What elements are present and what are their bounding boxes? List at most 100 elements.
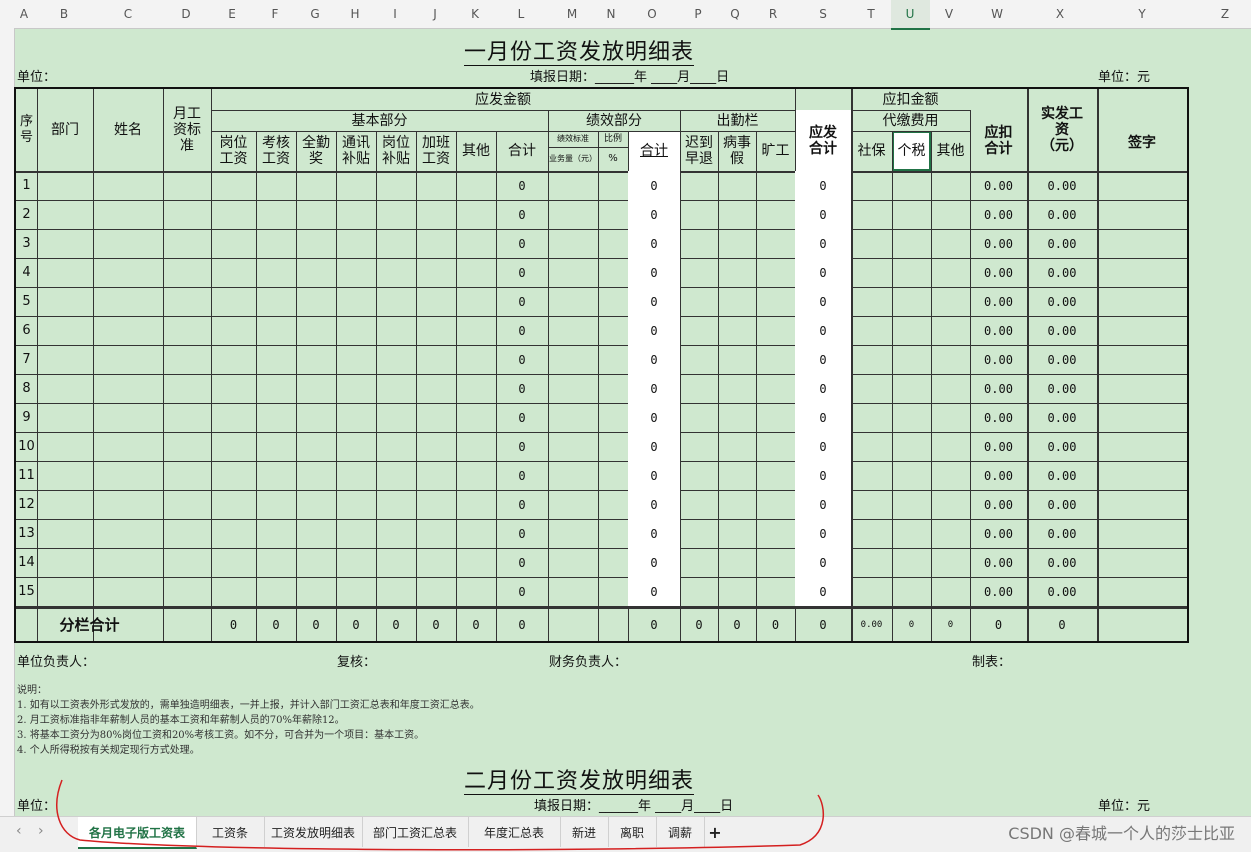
row-seq: 14 bbox=[18, 554, 35, 570]
header-agent-fee: 代缴费用 bbox=[882, 112, 939, 129]
column-header-m[interactable]: M bbox=[562, 7, 582, 21]
add-sheet-button[interactable]: + bbox=[706, 817, 724, 847]
row-deduct-total: 0.00 bbox=[984, 497, 1013, 512]
header-perf-ratio: 比例 bbox=[603, 134, 622, 144]
row-subtotal: 0 bbox=[518, 294, 526, 309]
row-payable-total: 0 bbox=[795, 171, 851, 200]
column-header-b[interactable]: B bbox=[54, 7, 74, 21]
grid-vline bbox=[93, 89, 94, 641]
column-header-s[interactable]: S bbox=[813, 7, 833, 21]
sheet-tab-2[interactable]: 工资发放明细表 bbox=[264, 817, 363, 847]
row-deduct-total: 0.00 bbox=[984, 265, 1013, 280]
signoff-review: 复核： bbox=[337, 655, 377, 670]
row-subtotal: 0 bbox=[518, 265, 526, 280]
column-header-a[interactable]: A bbox=[14, 7, 34, 21]
row-deduct-total: 0.00 bbox=[984, 526, 1013, 541]
grid-vline bbox=[416, 131, 417, 641]
row-payable-total: 0 bbox=[795, 345, 851, 374]
column-header-u[interactable]: U bbox=[900, 7, 920, 21]
column-header-i[interactable]: I bbox=[385, 7, 405, 21]
row-payable-total: 0 bbox=[795, 287, 851, 316]
column-header-z[interactable]: Z bbox=[1215, 7, 1235, 21]
grid-vline bbox=[892, 131, 893, 641]
column-header-r[interactable]: R bbox=[763, 7, 783, 21]
unit-label-left: 单位： bbox=[17, 70, 57, 85]
row-seq: 15 bbox=[18, 583, 35, 599]
row-payable-total: 0 bbox=[795, 403, 851, 432]
header-net-pay: 实发工资（元） bbox=[1041, 106, 1083, 154]
row-deduct-total: 0.00 bbox=[984, 323, 1013, 338]
note-4: 4. 个人所得税按有关规定现行方式处理。 bbox=[17, 745, 200, 756]
note-1: 1. 如有以工资表外形式发放的，需单独造明细表，一并上报，并计入部门工资汇总表和… bbox=[17, 700, 480, 711]
tab-scroll-right-icon[interactable]: › bbox=[38, 823, 44, 839]
sheet-tab-7[interactable]: 调薪 bbox=[656, 817, 705, 847]
header-comm-allow: 通讯补贴 bbox=[342, 135, 370, 167]
row-perf-subtotal: 0 bbox=[628, 461, 680, 490]
grid-vline bbox=[1097, 89, 1099, 641]
grid-vline bbox=[680, 110, 681, 641]
column-header-e[interactable]: E bbox=[222, 7, 242, 21]
column-header-w[interactable]: W bbox=[987, 7, 1007, 21]
column-header-f[interactable]: F bbox=[265, 7, 285, 21]
row-deduct-total: 0.00 bbox=[984, 410, 1013, 425]
column-header-d[interactable]: D bbox=[176, 7, 196, 21]
grid-vline bbox=[756, 131, 757, 641]
column-header-k[interactable]: K bbox=[465, 7, 485, 21]
row-gutter bbox=[0, 28, 15, 818]
grid-vline bbox=[296, 131, 297, 641]
column-header-l[interactable]: L bbox=[511, 7, 531, 21]
column-header-p[interactable]: P bbox=[688, 7, 708, 21]
sheet-tab-3[interactable]: 部门工资汇总表 bbox=[362, 817, 469, 847]
row-payable-total: 0 bbox=[795, 316, 851, 345]
tab-scroll-left-icon[interactable]: ‹ bbox=[16, 823, 22, 839]
sheet-tab-1[interactable]: 工资条 bbox=[196, 817, 265, 847]
column-header-t[interactable]: T bbox=[861, 7, 881, 21]
grid-hline bbox=[211, 110, 795, 111]
grid-vline bbox=[376, 131, 377, 641]
column-header-o[interactable]: O bbox=[642, 7, 662, 21]
column-header-h[interactable]: H bbox=[345, 7, 365, 21]
header-post-wage: 岗位工资 bbox=[219, 135, 248, 167]
header-full-attend: 全勤奖 bbox=[302, 135, 330, 167]
row-seq: 12 bbox=[18, 496, 35, 512]
column-header-j[interactable]: J bbox=[425, 7, 445, 21]
row-seq: 6 bbox=[22, 322, 31, 338]
sheet-tab-4[interactable]: 年度汇总表 bbox=[468, 817, 561, 847]
spreadsheet-grid[interactable]: 一月份工资发放明细表 单位： 填报日期：______年 ____月____日 单… bbox=[14, 28, 1251, 816]
column-header-q[interactable]: Q bbox=[725, 7, 745, 21]
row-subtotal: 0 bbox=[518, 584, 526, 599]
column-header-v[interactable]: V bbox=[939, 7, 959, 21]
header-sign: 签字 bbox=[1128, 135, 1156, 151]
row-perf-subtotal: 0 bbox=[628, 403, 680, 432]
row-subtotal: 0 bbox=[518, 178, 526, 193]
row-net-pay: 0.00 bbox=[1047, 381, 1077, 396]
sheet-tab-6[interactable]: 离职 bbox=[608, 817, 657, 847]
header-attend: 出勤栏 bbox=[716, 112, 759, 129]
column-header-n[interactable]: N bbox=[601, 7, 621, 21]
grid-vline bbox=[931, 131, 932, 641]
total-row-label: 分栏合计 bbox=[59, 615, 120, 634]
column-header-c[interactable]: C bbox=[118, 7, 138, 21]
row-seq: 2 bbox=[22, 206, 31, 222]
column-header-g[interactable]: G bbox=[305, 7, 325, 21]
total-u: 0 bbox=[908, 619, 915, 630]
header-monthly-std: 月工资标准 bbox=[173, 106, 201, 154]
sheet-title-january: 一月份工资发放明细表 bbox=[464, 40, 695, 66]
header-perf-biz: 业务量（元） bbox=[549, 154, 597, 163]
row-deduct-total: 0.00 bbox=[984, 178, 1013, 193]
salary-table: 序号 部门 姓名 月工资标准 应发金额 基本部分 绩效部分 出勤栏 岗位工资 考核工资 全勤奖 通讯补… bbox=[14, 87, 1189, 643]
column-header-x[interactable]: X bbox=[1050, 7, 1070, 21]
total-f: 0 bbox=[272, 617, 280, 632]
row-seq: 4 bbox=[22, 264, 31, 280]
row-net-pay: 0.00 bbox=[1047, 584, 1077, 599]
row-subtotal: 0 bbox=[518, 439, 526, 454]
total-p: 0 bbox=[695, 617, 703, 632]
row-perf-subtotal: 0 bbox=[628, 519, 680, 548]
row-net-pay: 0.00 bbox=[1047, 439, 1077, 454]
header-perf-pct: % bbox=[608, 153, 618, 164]
header-seq: 序号 bbox=[19, 114, 33, 145]
sheet-tab-0[interactable]: 各月电子版工资表 bbox=[78, 817, 197, 849]
column-header-y[interactable]: Y bbox=[1132, 7, 1152, 21]
sheet-tab-5[interactable]: 新进 bbox=[560, 817, 609, 847]
row-seq: 1 bbox=[22, 177, 31, 193]
